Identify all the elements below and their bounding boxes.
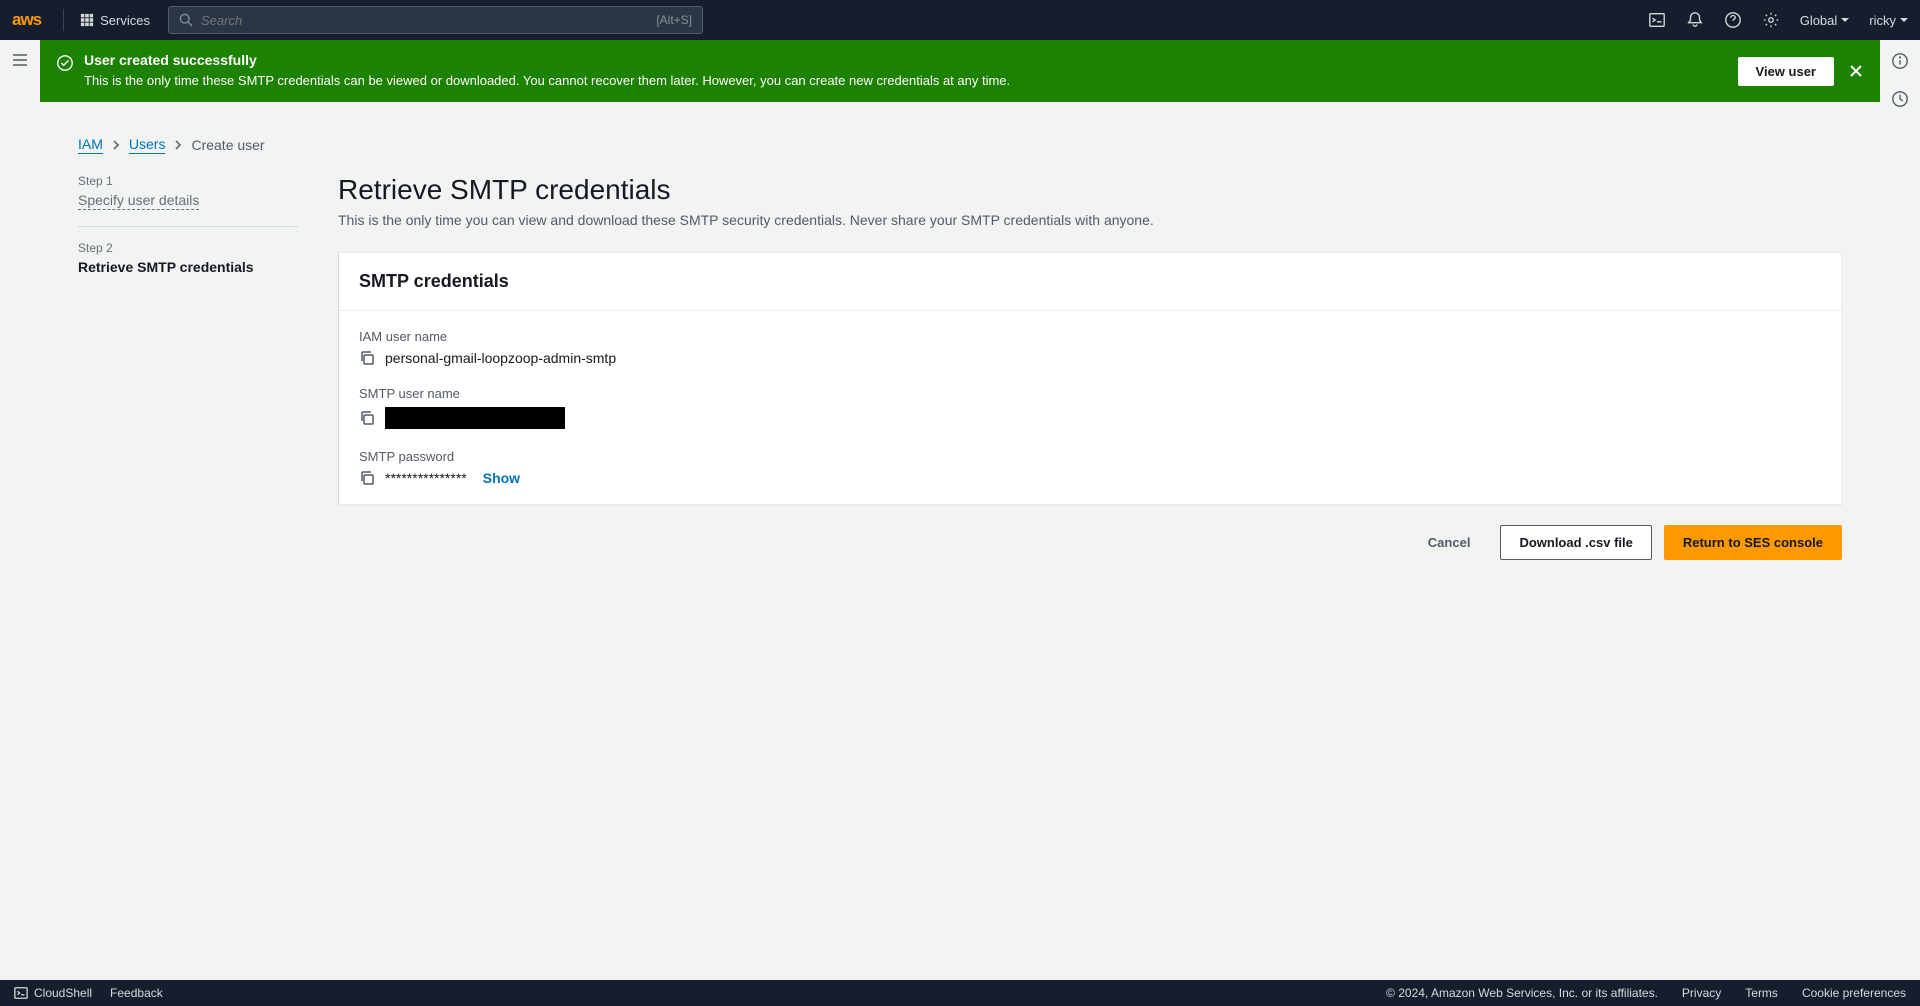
success-banner: User created successfully This is the on…: [40, 40, 1880, 102]
banner-title: User created successfully: [84, 52, 1738, 68]
footer-right: © 2024, Amazon Web Services, Inc. or its…: [1386, 986, 1906, 1000]
settings-icon[interactable]: [1762, 11, 1780, 29]
close-icon[interactable]: [1848, 63, 1864, 79]
services-menu[interactable]: Services: [74, 9, 156, 32]
breadcrumbs: IAM Users Create user: [78, 136, 1842, 154]
grid-icon: [80, 13, 94, 27]
cloudshell-icon[interactable]: [1648, 11, 1666, 29]
step-2-number: Step 2: [78, 241, 298, 255]
action-buttons: Cancel Download .csv file Return to SES …: [338, 525, 1842, 560]
success-icon: [56, 54, 74, 72]
footer-left: CloudShell Feedback: [14, 986, 163, 1000]
services-label: Services: [100, 13, 150, 28]
smtp-username-value-row: [359, 407, 1821, 429]
iam-username-field: IAM user name personal-gmail-loopzoop-ad…: [359, 329, 1821, 366]
footer: CloudShell Feedback © 2024, Amazon Web S…: [0, 980, 1920, 1006]
copy-icon[interactable]: [359, 470, 375, 486]
content-row: Step 1 Specify user details Step 2 Retri…: [78, 174, 1842, 560]
panel-header: SMTP credentials: [339, 253, 1841, 311]
chevron-right-icon: [173, 140, 183, 150]
search-input[interactable]: [201, 13, 656, 28]
topnav-right: Global ricky: [1648, 11, 1908, 29]
main-content: IAM Users Create user Step 1 Specify use…: [40, 112, 1880, 980]
smtp-password-value-row: *************** Show: [359, 470, 1821, 486]
iam-username-label: IAM user name: [359, 329, 1821, 344]
search-box[interactable]: [Alt+S]: [168, 6, 703, 34]
iam-username-value-row: personal-gmail-loopzoop-admin-smtp: [359, 350, 1821, 366]
wizard-navigation: Step 1 Specify user details Step 2 Retri…: [78, 174, 298, 560]
caret-down-icon: [1841, 16, 1849, 24]
privacy-link[interactable]: Privacy: [1682, 986, 1721, 1000]
top-navigation: aws Services [Alt+S] Global ricky: [0, 0, 1920, 40]
breadcrumb-current: Create user: [191, 137, 264, 153]
step-1-number: Step 1: [78, 174, 298, 188]
iam-username-value: personal-gmail-loopzoop-admin-smtp: [385, 350, 616, 366]
search-hint: [Alt+S]: [656, 13, 692, 27]
wizard-step-2: Step 2 Retrieve SMTP credentials: [78, 241, 298, 293]
step-1-link[interactable]: Specify user details: [78, 192, 199, 210]
return-ses-button[interactable]: Return to SES console: [1664, 525, 1842, 560]
caret-down-icon: [1900, 16, 1908, 24]
step-2-label: Retrieve SMTP credentials: [78, 259, 298, 275]
page-description: This is the only time you can view and d…: [338, 212, 1842, 228]
smtp-password-field: SMTP password *************** Show: [359, 449, 1821, 486]
smtp-credentials-panel: SMTP credentials IAM user name personal-…: [338, 252, 1842, 505]
user-label: ricky: [1869, 13, 1896, 28]
banner-content: User created successfully This is the on…: [84, 52, 1738, 90]
aws-logo[interactable]: aws: [12, 10, 41, 30]
sidebar-toggle[interactable]: [0, 40, 40, 80]
copyright-text: © 2024, Amazon Web Services, Inc. or its…: [1386, 986, 1658, 1000]
right-rail: [1880, 40, 1920, 108]
smtp-username-field: SMTP user name: [359, 386, 1821, 429]
wizard-step-1: Step 1 Specify user details: [78, 174, 298, 227]
breadcrumb-users[interactable]: Users: [129, 136, 166, 154]
cookie-preferences-link[interactable]: Cookie preferences: [1802, 986, 1906, 1000]
hamburger-icon: [11, 51, 29, 69]
page-title: Retrieve SMTP credentials: [338, 174, 1842, 206]
smtp-password-label: SMTP password: [359, 449, 1821, 464]
view-user-button[interactable]: View user: [1738, 57, 1834, 86]
smtp-username-redacted: [385, 407, 565, 429]
divider: [63, 9, 64, 31]
region-selector[interactable]: Global: [1800, 13, 1850, 28]
download-csv-button[interactable]: Download .csv file: [1500, 525, 1651, 560]
cloudshell-label: CloudShell: [34, 986, 92, 1000]
search-icon: [179, 13, 193, 27]
diagnostics-icon[interactable]: [1891, 90, 1909, 108]
smtp-username-label: SMTP user name: [359, 386, 1821, 401]
content-panel: Retrieve SMTP credentials This is the on…: [338, 174, 1842, 560]
banner-description: This is the only time these SMTP credent…: [84, 72, 1738, 90]
panel-body: IAM user name personal-gmail-loopzoop-ad…: [339, 311, 1841, 504]
cloudshell-link[interactable]: CloudShell: [14, 986, 92, 1000]
account-menu[interactable]: ricky: [1869, 13, 1908, 28]
chevron-right-icon: [111, 140, 121, 150]
cancel-button[interactable]: Cancel: [1410, 525, 1489, 560]
info-icon[interactable]: [1891, 52, 1909, 70]
breadcrumb-iam[interactable]: IAM: [78, 136, 103, 154]
help-icon[interactable]: [1724, 11, 1742, 29]
feedback-link[interactable]: Feedback: [110, 986, 163, 1000]
show-password-link[interactable]: Show: [483, 470, 520, 486]
cloudshell-icon: [14, 986, 28, 1000]
copy-icon[interactable]: [359, 350, 375, 366]
notifications-icon[interactable]: [1686, 11, 1704, 29]
region-label: Global: [1800, 13, 1838, 28]
smtp-password-masked: ***************: [385, 470, 467, 486]
terms-link[interactable]: Terms: [1745, 986, 1778, 1000]
panel-title: SMTP credentials: [359, 271, 1821, 292]
copy-icon[interactable]: [359, 410, 375, 426]
